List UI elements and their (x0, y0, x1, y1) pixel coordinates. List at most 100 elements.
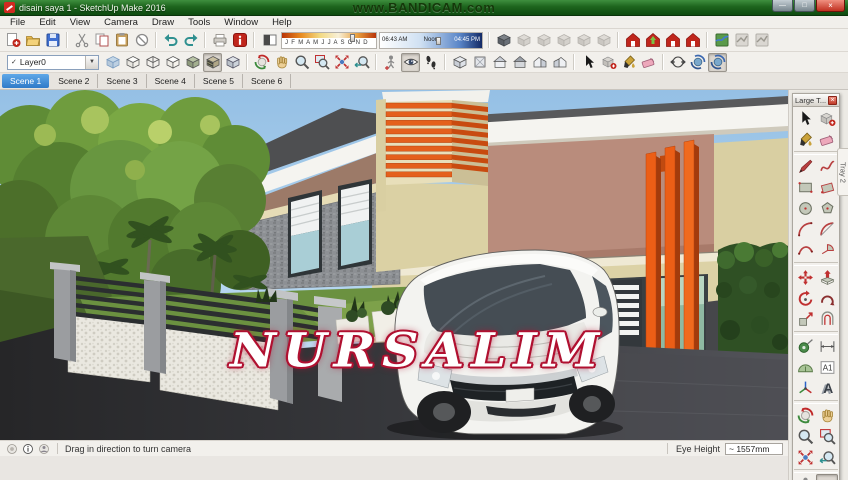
scene-tab-2[interactable]: Scene 2 (50, 74, 98, 88)
menu-edit[interactable]: Edit (32, 17, 62, 28)
tray-2-tab[interactable]: Tray 2 (837, 148, 848, 196)
look-around-tool[interactable] (816, 474, 838, 480)
scale-tool[interactable] (794, 309, 816, 330)
redo-button[interactable] (181, 31, 200, 50)
add-location-button[interactable] (712, 31, 731, 50)
eraser-tool[interactable] (816, 129, 838, 150)
look-around-button[interactable] (401, 53, 420, 72)
iso-view-button[interactable] (450, 53, 469, 72)
wireframe-style-button[interactable] (143, 53, 162, 72)
rotate-tool[interactable] (794, 288, 816, 309)
menu-view[interactable]: View (63, 17, 97, 28)
orbit-button[interactable] (252, 53, 271, 72)
geolocation-icon[interactable] (5, 442, 18, 455)
section-iso-button[interactable] (574, 31, 593, 50)
zoom-window-tool[interactable] (816, 426, 838, 447)
extension-warehouse-button[interactable] (683, 31, 702, 50)
pan-button[interactable] (272, 53, 291, 72)
print-button[interactable] (210, 31, 229, 50)
freehand-tool[interactable] (816, 156, 838, 177)
zoom-previous-tool[interactable] (816, 447, 838, 468)
rectangle-tool[interactable] (794, 177, 816, 198)
scene-tab-6[interactable]: Scene 6 (243, 74, 291, 88)
menu-draw[interactable]: Draw (145, 17, 181, 28)
scene-tab-4[interactable]: Scene 4 (147, 74, 195, 88)
shadow-toggle-button[interactable] (260, 31, 279, 50)
display-section-planes-button[interactable] (514, 31, 533, 50)
back-view-button[interactable] (510, 53, 529, 72)
push-pull-tool[interactable] (816, 267, 838, 288)
layer-dropdown[interactable]: ✓ Layer0 ▼ (7, 55, 99, 70)
monochrome-style-button[interactable] (223, 53, 242, 72)
text-tool[interactable]: A1 (816, 357, 838, 378)
model-info-button[interactable] (230, 31, 249, 50)
right-view-button[interactable] (550, 53, 569, 72)
maximize-button[interactable]: □ (794, 0, 815, 12)
position-camera-button[interactable] (381, 53, 400, 72)
circle-tool[interactable] (794, 198, 816, 219)
zoom-window-button[interactable] (312, 53, 331, 72)
make-component-tool[interactable] (816, 108, 838, 129)
zoom-extents-button[interactable] (332, 53, 351, 72)
3d-viewport[interactable]: NURSALIM (0, 90, 788, 440)
close-button[interactable]: × (816, 0, 845, 12)
orbit-alt-button[interactable] (688, 53, 707, 72)
profile-icon[interactable] (37, 442, 50, 455)
move-tool[interactable] (794, 267, 816, 288)
section-plane-button[interactable] (494, 31, 513, 50)
menu-file[interactable]: File (3, 17, 32, 28)
two-point-arc-tool[interactable] (816, 219, 838, 240)
zoom-previous-button[interactable] (352, 53, 371, 72)
front-view-button[interactable] (490, 53, 509, 72)
layer-dropdown-arrow[interactable]: ▼ (85, 56, 98, 69)
top-view-button[interactable] (470, 53, 489, 72)
shaded-with-textures-style-button[interactable] (203, 53, 222, 72)
menu-camera[interactable]: Camera (97, 17, 145, 28)
zoom-button[interactable] (292, 53, 311, 72)
select-button[interactable] (579, 53, 598, 72)
xray-style-button[interactable] (103, 53, 122, 72)
3d-text-tool[interactable]: AA (816, 378, 838, 399)
share-component-button[interactable] (663, 31, 682, 50)
scene-tab-3[interactable]: Scene 3 (98, 74, 146, 88)
shaded-style-button[interactable] (183, 53, 202, 72)
turn-around-button[interactable] (668, 53, 687, 72)
shadow-date-slider[interactable]: J F M A M J J A S O N D (281, 32, 377, 49)
large-tool-set-header[interactable]: Large T... × (793, 94, 839, 107)
shadow-date-handle[interactable] (350, 34, 355, 42)
pan-tool[interactable] (816, 405, 838, 426)
shadow-time-handle[interactable] (436, 37, 441, 45)
toggle-terrain-button[interactable] (732, 31, 751, 50)
close-palette-button[interactable]: × (828, 96, 837, 105)
line-tool[interactable] (794, 156, 816, 177)
three-point-arc-tool[interactable] (794, 240, 816, 261)
paint-bucket-tool[interactable] (794, 129, 816, 150)
eye-height-input[interactable]: ~ 1557mm (725, 443, 783, 455)
get-models-button[interactable] (623, 31, 642, 50)
left-view-button[interactable] (530, 53, 549, 72)
zoom-tool[interactable] (794, 426, 816, 447)
section-fill-button[interactable] (554, 31, 573, 50)
select-tool[interactable] (794, 108, 816, 129)
scene-tab-5[interactable]: Scene 5 (195, 74, 243, 88)
back-edges-style-button[interactable] (123, 53, 142, 72)
paste-button[interactable] (112, 31, 131, 50)
tape-measure-tool[interactable] (794, 336, 816, 357)
credits-icon[interactable] (21, 442, 34, 455)
open-button[interactable] (23, 31, 42, 50)
make-component-button[interactable] (599, 53, 618, 72)
offset-tool[interactable] (816, 309, 838, 330)
pie-tool[interactable] (816, 240, 838, 261)
new-button[interactable] (3, 31, 22, 50)
cut-button[interactable] (72, 31, 91, 50)
rotated-rectangle-tool[interactable] (816, 177, 838, 198)
minimize-button[interactable]: — (772, 0, 793, 12)
protractor-tool[interactable] (794, 357, 816, 378)
orbit-alt-2-button[interactable] (708, 53, 727, 72)
dimension-tool[interactable] (816, 336, 838, 357)
undo-button[interactable] (161, 31, 180, 50)
orbit-tool[interactable] (794, 405, 816, 426)
scene-tab-1[interactable]: Scene 1 (2, 74, 49, 88)
walk-button[interactable] (421, 53, 440, 72)
polygon-tool[interactable] (816, 198, 838, 219)
